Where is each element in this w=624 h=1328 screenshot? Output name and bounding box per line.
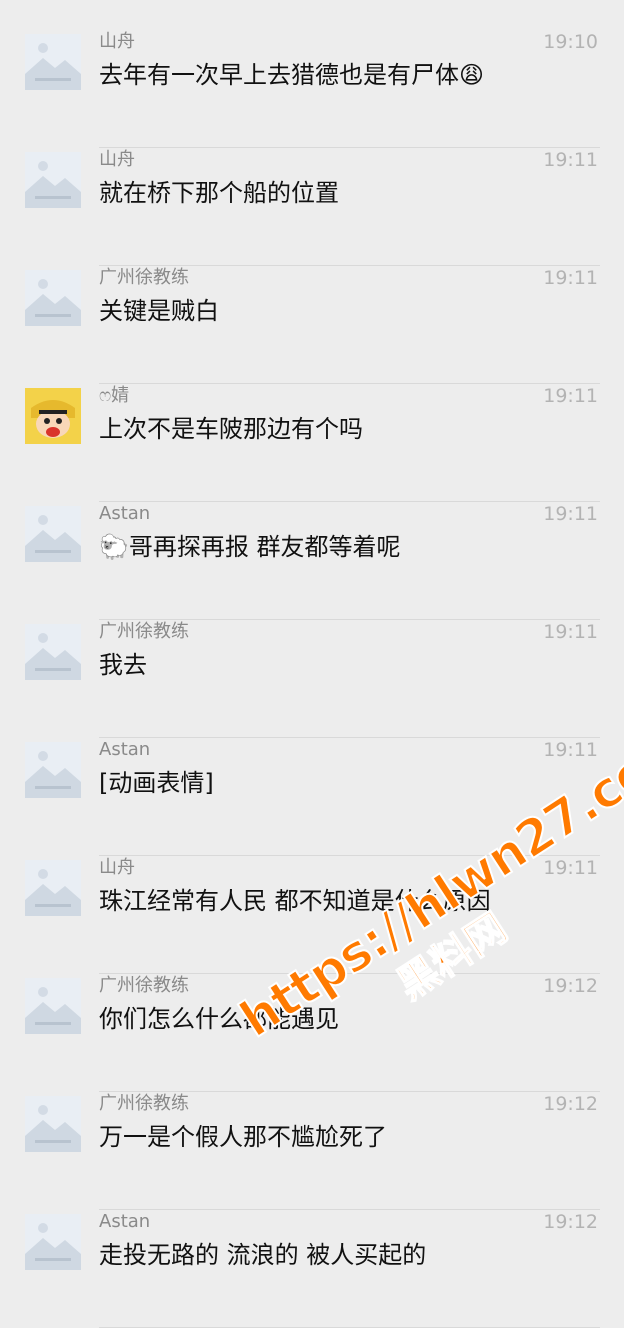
sender-name: Astan <box>99 503 151 524</box>
message-time: 19:11 <box>543 621 598 643</box>
message-time: 19:11 <box>543 149 598 171</box>
avatar[interactable] <box>25 388 81 444</box>
message-time: 19:11 <box>543 503 598 525</box>
message-text: [动画表情] <box>99 769 214 797</box>
message-row[interactable]: Astan 19:12 走投无路的 流浪的 被人买起的 <box>0 1210 624 1328</box>
message-row[interactable]: 山舟 19:11 就在桥下那个船的位置 <box>0 148 624 266</box>
sender-name: 山舟 <box>99 31 135 52</box>
sender-name: 山舟 <box>99 857 135 878</box>
message-text: 去年有一次早上去猎德也是有尸体😩 <box>99 61 485 89</box>
message-row[interactable]: 广州徐教练 19:12 万一是个假人那不尴尬死了 <box>0 1092 624 1210</box>
message-time: 19:12 <box>543 1093 598 1115</box>
avatar[interactable] <box>25 1096 81 1152</box>
avatar[interactable] <box>25 978 81 1034</box>
message-time: 19:12 <box>543 975 598 997</box>
message-time: 19:11 <box>543 857 598 879</box>
message-row[interactable]: 山舟 19:10 去年有一次早上去猎德也是有尸体😩 <box>0 30 624 148</box>
message-text: 珠江经常有人民 都不知道是什么原因 <box>99 887 491 915</box>
sender-name: Astan <box>99 1211 151 1232</box>
avatar[interactable] <box>25 34 81 90</box>
message-row[interactable]: Astan 19:11 🐑哥再探再报 群友都等着呢 <box>0 502 624 620</box>
message-time: 19:11 <box>543 739 598 761</box>
message-row[interactable]: Astan 19:11 [动画表情] <box>0 738 624 856</box>
sender-name: 广州徐教练 <box>99 621 189 642</box>
sender-name: ෆ婧 <box>99 385 130 406</box>
message-text: 万一是个假人那不尴尬死了 <box>99 1123 387 1151</box>
message-row[interactable]: 广州徐教练 19:11 我去 <box>0 620 624 738</box>
message-time: 19:12 <box>543 1211 598 1233</box>
avatar[interactable] <box>25 1214 81 1270</box>
avatar[interactable] <box>25 742 81 798</box>
avatar[interactable] <box>25 152 81 208</box>
message-row[interactable]: 广州徐教练 19:12 你们怎么什么都能遇见 <box>0 974 624 1092</box>
message-list: ‹ 山舟19:10去年有一次早上去猎德也是有尸体😩山舟19:11就在桥下那个船的… <box>0 0 624 1328</box>
avatar[interactable] <box>25 624 81 680</box>
message-text: 关键是贼白 <box>99 297 219 325</box>
sender-name: Astan <box>99 739 151 760</box>
message-text: 走投无路的 流浪的 被人买起的 <box>99 1241 427 1269</box>
avatar[interactable] <box>25 506 81 562</box>
message-text: 上次不是车陂那边有个吗 <box>99 415 363 443</box>
avatar[interactable] <box>25 860 81 916</box>
message-time: 19:11 <box>543 267 598 289</box>
sender-name: 广州徐教练 <box>99 267 189 288</box>
avatar[interactable] <box>25 270 81 326</box>
message-text: 就在桥下那个船的位置 <box>99 179 339 207</box>
message-time: 19:11 <box>543 385 598 407</box>
message-text: 🐑哥再探再报 群友都等着呢 <box>99 533 401 561</box>
message-text: 你们怎么什么都能遇见 <box>99 1005 339 1033</box>
message-row[interactable]: ෆ婧 19:11 上次不是车陂那边有个吗 <box>0 384 624 502</box>
message-time: 19:10 <box>543 31 598 53</box>
sender-name: 广州徐教练 <box>99 975 189 996</box>
message-row[interactable]: 广州徐教练 19:11 关键是贼白 <box>0 266 624 384</box>
message-row[interactable]: 山舟 19:11 珠江经常有人民 都不知道是什么原因 <box>0 856 624 974</box>
sender-name: 广州徐教练 <box>99 1093 189 1114</box>
sender-name: 山舟 <box>99 149 135 170</box>
message-text: 我去 <box>99 651 147 679</box>
